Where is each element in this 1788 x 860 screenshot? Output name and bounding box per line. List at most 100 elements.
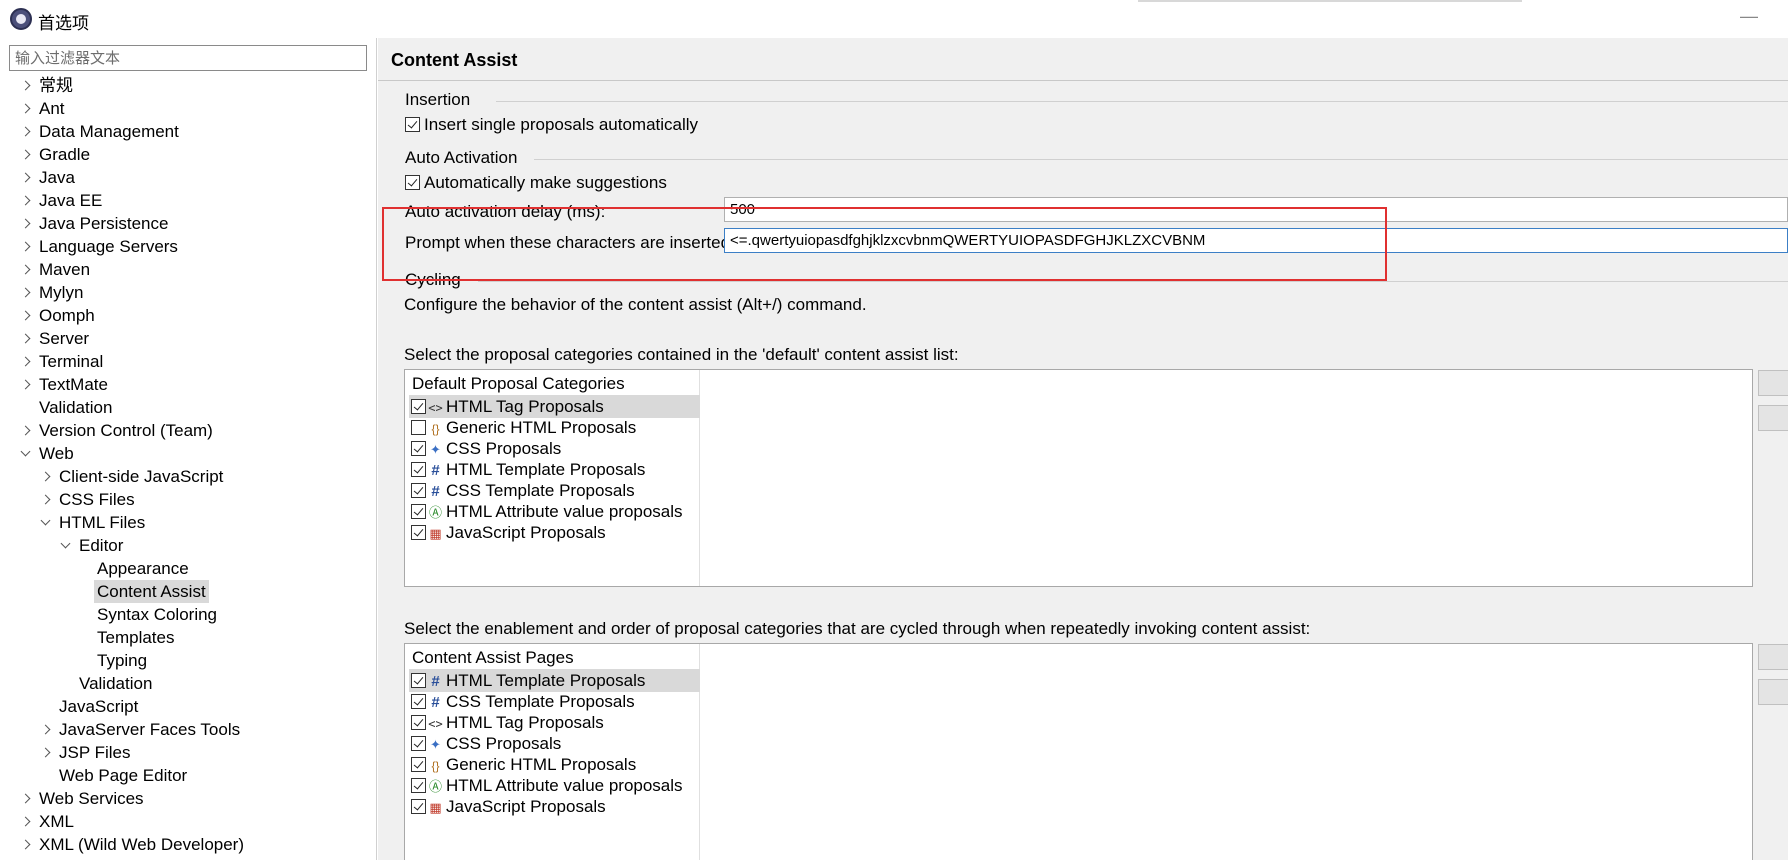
collapsed-chevron-icon[interactable]	[18, 235, 34, 258]
activation-delay-input[interactable]	[724, 197, 1788, 222]
collapsed-chevron-icon[interactable]	[18, 419, 34, 442]
list-item[interactable]: # CSS Template Proposals	[409, 690, 700, 713]
default-list-side-button-1[interactable]	[1758, 370, 1788, 396]
collapsed-chevron-icon[interactable]	[18, 143, 34, 166]
tree-item-label: Web Page Editor	[59, 766, 188, 785]
checkbox[interactable]	[411, 757, 426, 772]
tree-item-label: Syntax Coloring	[97, 605, 218, 624]
collapsed-chevron-icon[interactable]	[18, 350, 34, 373]
collapsed-chevron-icon[interactable]	[38, 488, 54, 511]
list-item[interactable]: ✦ CSS Proposals	[409, 732, 700, 755]
checkbox[interactable]	[405, 117, 420, 132]
tree-item-label: Oomph	[39, 306, 95, 325]
default-categories-column: Default Proposal Categories <> HTML Tag P…	[405, 370, 700, 586]
collapsed-chevron-icon[interactable]	[18, 74, 34, 97]
checkbox[interactable]	[411, 694, 426, 709]
collapsed-chevron-icon[interactable]	[18, 97, 34, 120]
cycling-group-line	[478, 281, 1788, 282]
tree-item-label: Mylyn	[39, 283, 84, 302]
collapsed-chevron-icon[interactable]	[18, 787, 34, 810]
cycle-list-side-button-2[interactable]	[1758, 679, 1788, 705]
collapsed-chevron-icon[interactable]	[18, 327, 34, 350]
list-item[interactable]: <> HTML Tag Proposals	[409, 395, 700, 418]
list-item[interactable]: # HTML Template Proposals	[409, 458, 700, 481]
background-window-edge	[1138, 0, 1522, 2]
collapsed-chevron-icon[interactable]	[38, 718, 54, 741]
checkbox[interactable]	[411, 399, 426, 414]
checkbox[interactable]	[411, 799, 426, 814]
insert-single-proposals-checkbox[interactable]: Insert single proposals automatically	[405, 114, 698, 136]
tree-item-label: Java EE	[39, 191, 103, 210]
list-item[interactable]: Ⓐ HTML Attribute value proposals	[409, 774, 700, 797]
cycling-description: Configure the behavior of the content as…	[404, 295, 867, 314]
checkbox[interactable]	[411, 778, 426, 793]
collapsed-chevron-icon[interactable]	[18, 373, 34, 396]
checkbox[interactable]	[411, 483, 426, 498]
list-item[interactable]: ▦ JavaScript Proposals	[409, 795, 700, 818]
list-item[interactable]: Ⓐ HTML Attribute value proposals	[409, 500, 700, 523]
tree-item-label: Java Persistence	[39, 214, 169, 233]
checkbox[interactable]	[411, 441, 426, 456]
tree-item-label: HTML Files	[59, 513, 146, 532]
expanded-chevron-icon[interactable]	[58, 534, 74, 557]
tree-item-label: Content Assist	[94, 580, 209, 603]
preferences-navigation: 常规 Ant Data Management Gradle Java Java EE Jav…	[0, 38, 377, 860]
make-suggestions-checkbox[interactable]: Automatically make suggestions	[405, 172, 667, 194]
list-item-label: HTML Tag Proposals	[446, 713, 604, 732]
tree-item-label: Gradle	[39, 145, 91, 164]
checkbox[interactable]	[405, 175, 420, 190]
list-item-label: CSS Template Proposals	[446, 692, 635, 711]
checkbox[interactable]	[411, 736, 426, 751]
tree-item-label: Validation	[39, 398, 113, 417]
list-item-label: Generic HTML Proposals	[446, 755, 637, 774]
collapsed-chevron-icon[interactable]	[18, 281, 34, 304]
checkbox[interactable]	[411, 462, 426, 477]
collapsed-chevron-icon[interactable]	[18, 166, 34, 189]
collapsed-chevron-icon[interactable]	[18, 304, 34, 327]
content-assist-page: Content Assist Insertion Insert single p…	[378, 38, 1788, 860]
checkbox[interactable]	[411, 420, 426, 435]
expanded-chevron-icon[interactable]	[18, 442, 34, 465]
checkbox[interactable]	[411, 525, 426, 540]
collapsed-chevron-icon[interactable]	[18, 258, 34, 281]
collapsed-chevron-icon[interactable]	[18, 833, 34, 856]
leaf-spacer	[58, 672, 74, 695]
collapsed-chevron-icon[interactable]	[18, 212, 34, 235]
default-list-side-button-2[interactable]	[1758, 405, 1788, 431]
list-item-label: HTML Attribute value proposals	[446, 502, 683, 521]
filter-input[interactable]	[9, 45, 367, 71]
list-item[interactable]: # HTML Template Proposals	[409, 669, 700, 692]
tree-item-label: Typing	[97, 651, 148, 670]
cycling-group-title: Cycling	[405, 270, 461, 289]
tree-item-label: Templates	[97, 628, 175, 647]
leaf-spacer	[38, 695, 54, 718]
collapsed-chevron-icon[interactable]	[18, 810, 34, 833]
list-item-label: HTML Tag Proposals	[446, 397, 604, 416]
eclipse-app-icon	[10, 8, 32, 30]
checkbox[interactable]	[411, 504, 426, 519]
checkbox[interactable]	[411, 715, 426, 730]
list-item-label: HTML Attribute value proposals	[446, 776, 683, 795]
cycle-list-caption: Select the enablement and order of propo…	[404, 619, 1311, 638]
list-item-label: CSS Proposals	[446, 439, 562, 458]
title-bar: 首选项 —	[0, 0, 1788, 38]
list-item[interactable]: {} Generic HTML Proposals	[409, 416, 700, 439]
trigger-characters-label: Prompt when these characters are inserte…	[405, 233, 735, 252]
checkbox[interactable]	[411, 673, 426, 688]
collapsed-chevron-icon[interactable]	[18, 120, 34, 143]
list-item[interactable]: {} Generic HTML Proposals	[409, 753, 700, 776]
list-item-label: HTML Template Proposals	[446, 460, 646, 479]
cycle-list-side-button-1[interactable]	[1758, 644, 1788, 670]
collapsed-chevron-icon[interactable]	[38, 741, 54, 764]
expanded-chevron-icon[interactable]	[38, 511, 54, 534]
trigger-characters-input[interactable]	[724, 228, 1788, 253]
default-categories-header: Default Proposal Categories	[412, 374, 625, 393]
tree-item-label: Ant	[39, 99, 65, 118]
collapsed-chevron-icon[interactable]	[18, 189, 34, 212]
list-item[interactable]: ▦ JavaScript Proposals	[409, 521, 700, 544]
list-item[interactable]: ✦ CSS Proposals	[409, 437, 700, 460]
list-item[interactable]: # CSS Template Proposals	[409, 479, 700, 502]
list-item[interactable]: <> HTML Tag Proposals	[409, 711, 700, 734]
collapsed-chevron-icon[interactable]	[38, 465, 54, 488]
minimize-icon[interactable]: —	[1740, 6, 1758, 27]
